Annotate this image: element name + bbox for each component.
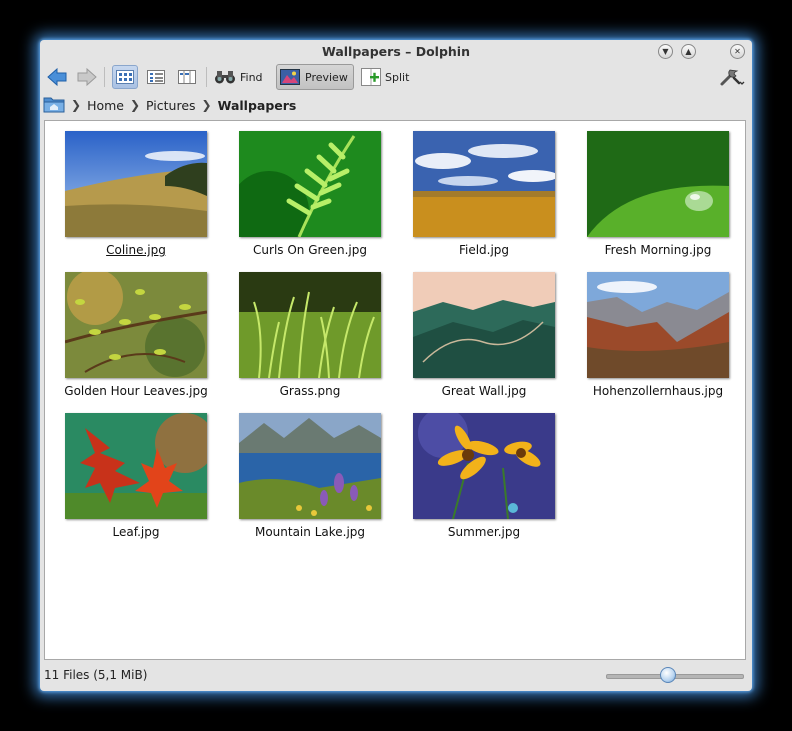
tools-icon [720,69,745,86]
thumbnail-leaf [65,413,207,519]
thumbnail-golden-hour-leaves [65,272,207,378]
file-name: Mountain Lake.jpg [254,525,366,539]
chevron-right-icon: ❯ [129,98,141,112]
split-view-icon [361,68,381,86]
breadcrumb-wallpapers[interactable]: Wallpapers [218,98,297,113]
thumbnail-mountain-lake [239,413,381,519]
file-item[interactable]: Leaf.jpg [45,403,215,539]
file-item[interactable]: Mountain Lake.jpg [219,403,389,539]
thumbnail-summer [413,413,555,519]
thumbnail-coline [65,131,207,237]
chevron-right-icon: ❯ [201,98,212,112]
breadcrumb-pictures[interactable]: Pictures [146,98,196,113]
forward-arrow-icon [77,67,97,87]
places-folder-icon[interactable] [43,95,65,116]
minimize-button[interactable]: ▼ [658,44,673,59]
toolbar: Find Preview Split [40,64,752,94]
toolbar-separator [104,67,105,87]
file-item[interactable]: Coline.jpg [45,121,215,257]
forward-button[interactable] [76,64,98,90]
file-name: Grass.png [279,384,341,398]
maximize-button[interactable]: ▲ [681,44,696,59]
preview-label: Preview [305,70,348,84]
file-name: Coline.jpg [106,243,166,257]
thumbnail-curls-on-green [239,131,381,237]
file-name: Curls On Green.jpg [253,243,367,257]
file-name: Hohenzollernhaus.jpg [592,384,724,398]
zoom-slider-handle[interactable] [660,667,677,683]
file-item[interactable]: Fresh Morning.jpg [567,121,737,257]
file-item[interactable]: Field.jpg [393,121,563,257]
icons-view-icon [116,70,134,84]
find-button[interactable]: Find [214,64,263,90]
dolphin-window: Wallpapers – Dolphin ▼ ▲ ✕ Find Preview … [40,40,752,691]
file-item[interactable]: Hohenzollernhaus.jpg [567,262,737,398]
file-name: Summer.jpg [447,525,521,539]
file-item[interactable]: Golden Hour Leaves.jpg [45,262,215,398]
file-item[interactable]: Grass.png [219,262,389,398]
thumbnail-great-wall [413,272,555,378]
columns-view-button[interactable] [174,65,200,89]
thumbnail-hohenzollernhaus [587,272,729,378]
preview-button[interactable]: Preview [276,64,354,90]
configure-button[interactable] [718,64,746,90]
thumbnail-fresh-morning [587,131,729,237]
back-arrow-icon [47,67,67,87]
file-view[interactable]: Coline.jpg Curls On Green.jpg Field.jpg … [44,120,746,660]
file-name: Fresh Morning.jpg [604,243,712,257]
find-label: Find [240,70,263,84]
file-name: Leaf.jpg [112,525,160,539]
binoculars-icon [215,71,235,84]
close-button[interactable]: ✕ [730,44,745,59]
back-button[interactable] [46,64,68,90]
details-view-button[interactable] [143,65,169,89]
file-item[interactable]: Curls On Green.jpg [219,121,389,257]
title-bar[interactable]: Wallpapers – Dolphin ▼ ▲ ✕ [40,40,752,62]
file-item[interactable]: Great Wall.jpg [393,262,563,398]
breadcrumb-home[interactable]: Home [87,98,124,113]
status-text: 11 Files (5,1 MiB) [44,668,148,682]
file-name: Golden Hour Leaves.jpg [64,384,208,398]
details-view-icon [147,70,165,84]
chevron-right-icon: ❯ [71,98,82,112]
toolbar-separator [206,67,207,87]
split-label: Split [385,70,410,84]
icons-view-button[interactable] [112,65,138,89]
status-bar: 11 Files (5,1 MiB) [40,664,752,688]
thumbnail-field [413,131,555,237]
file-name: Field.jpg [458,243,510,257]
preview-icon [280,69,300,85]
file-item[interactable]: Summer.jpg [393,403,563,539]
file-name: Great Wall.jpg [441,384,527,398]
thumbnail-grass [239,272,381,378]
split-button[interactable]: Split [361,64,409,90]
breadcrumb: ❯ Home ❯ Pictures ❯ Wallpapers [40,94,752,116]
columns-view-icon [178,70,196,84]
window-title: Wallpapers – Dolphin [322,44,470,59]
